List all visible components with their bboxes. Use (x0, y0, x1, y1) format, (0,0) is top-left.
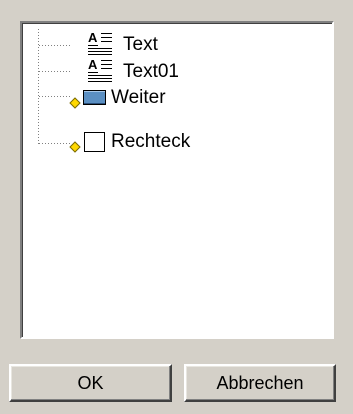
tree-item-label: Rechteck (111, 131, 191, 152)
rectangle-icon (82, 127, 108, 158)
tree-item-label: Text01 (123, 61, 179, 82)
tree-item-text[interactable]: A Text (86, 30, 158, 58)
diamond-marker-icon (68, 83, 82, 114)
dialog: A Text A Text01 Weiter Rechteck OK Abbre… (0, 0, 353, 414)
object-tree[interactable]: A Text A Text01 Weiter Rechteck (20, 21, 334, 339)
button-control-icon (82, 83, 108, 114)
svg-text:A: A (88, 57, 98, 72)
diamond-marker-icon (68, 127, 82, 158)
tree-item-weiter[interactable]: Weiter (68, 85, 166, 111)
tree-item-rechteck[interactable]: Rechteck (68, 129, 190, 155)
ok-button[interactable]: OK (9, 364, 172, 402)
tree-item-text01[interactable]: A Text01 (86, 57, 179, 85)
cancel-button[interactable]: Abbrechen (184, 364, 336, 402)
tree-item-label: Text (123, 34, 158, 55)
svg-text:A: A (88, 30, 98, 45)
tree-item-label: Weiter (111, 87, 166, 108)
